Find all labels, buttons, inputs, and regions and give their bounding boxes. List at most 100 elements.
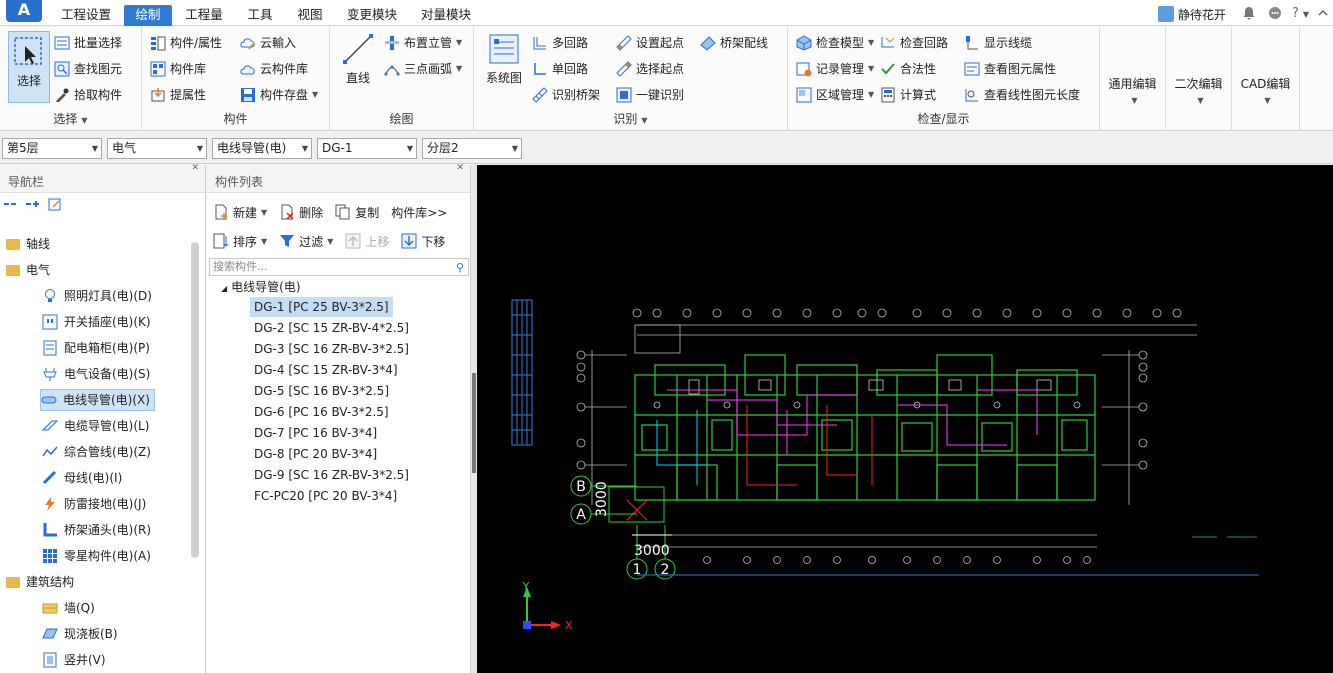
show-cable-button[interactable]: 显示线缆 — [964, 33, 1032, 53]
line-button[interactable]: 直线 — [338, 33, 378, 95]
secondary-edit-button[interactable]: 二次编辑 ▼ — [1166, 75, 1231, 106]
copy-button[interactable]: 复制 — [335, 204, 379, 221]
tab-view[interactable]: 视图 — [288, 5, 332, 26]
app-logo[interactable]: A — [6, 0, 42, 22]
formula-button[interactable]: 计算式 — [880, 85, 936, 105]
expand-all-icon[interactable] — [26, 198, 40, 213]
choose-start-button[interactable]: 选择起点 — [616, 59, 684, 79]
component-item[interactable]: DG-5 [SC 16 BV-3*2.5] — [250, 381, 393, 401]
sort-button[interactable]: 排序 ▼ — [213, 233, 267, 250]
splitter-handle[interactable] — [472, 373, 476, 473]
bell-icon[interactable] — [1240, 6, 1258, 22]
component-item[interactable]: DG-4 [SC 15 ZR-BV-3*4] — [250, 360, 402, 380]
group-secondary-edit[interactable]: 二次编辑 ▼ — [1166, 27, 1232, 131]
drawing-canvas[interactable]: B A 1 2 3000 3000 Y X — [477, 165, 1333, 673]
chat-icon[interactable] — [1266, 6, 1284, 22]
cloud-input-button[interactable]: 云輸入 — [240, 33, 296, 53]
edit-nav-icon[interactable] — [48, 197, 62, 214]
tree-root[interactable]: ◢ 电线导管(电) — [221, 278, 301, 296]
check-circuit-button[interactable]: 检查回路 — [880, 33, 948, 53]
cad-edit-button[interactable]: CAD编辑 ▼ — [1232, 75, 1299, 106]
component-item[interactable]: DG-7 [PC 16 BV-3*4] — [250, 423, 381, 443]
multi-circuit-button[interactable]: 多回路 — [532, 33, 588, 53]
find-element-button[interactable]: 查找图元 — [54, 59, 122, 79]
discipline-select[interactable]: 电气 ▼ — [107, 138, 207, 159]
tab-change-module[interactable]: 变更模块 — [340, 5, 404, 26]
extract-property-button[interactable]: 提属性 — [150, 85, 206, 105]
floor-plan-drawing[interactable]: B A 1 2 3000 3000 Y X — [477, 165, 1333, 673]
tray-wiring-button[interactable]: 桥架配线 — [700, 33, 768, 53]
nav-item-tray-fitting[interactable]: 桥架通头(电)(R) — [42, 519, 155, 541]
component-select[interactable]: DG-1 ▼ — [317, 138, 417, 159]
nav-scrollbar[interactable] — [191, 242, 199, 558]
view-element-property-button[interactable]: 查看图元属性 — [964, 59, 1056, 79]
nav-item-slab[interactable]: 现浇板(B) — [42, 623, 122, 645]
nav-item-wall[interactable]: 墙(Q) — [42, 597, 99, 619]
single-circuit-button[interactable]: 单回路 — [532, 59, 588, 79]
tab-project-settings[interactable]: 工程设置 — [52, 5, 120, 26]
nav-item-shaft[interactable]: 竖井(V) — [42, 649, 110, 671]
batch-select-button[interactable]: 批量选择 — [54, 33, 122, 53]
nav-item-busbar[interactable]: 母线(电)(I) — [42, 467, 126, 489]
component-item[interactable]: DG-6 [PC 16 BV-3*2.5] — [250, 402, 393, 422]
nav-item-equipment[interactable]: 电气设备(电)(S) — [42, 363, 154, 385]
filter-button[interactable]: 过滤 ▼ — [279, 233, 333, 250]
component-library-link[interactable]: 构件库>> — [391, 204, 447, 221]
nav-category-electric[interactable]: 电气 — [6, 259, 50, 281]
nav-item-cable-conduit[interactable]: 电缆导管(电)(L) — [41, 415, 153, 437]
component-item[interactable]: DG-9 [SC 16 ZR-BV-3*2.5] — [250, 465, 413, 485]
collapse-ribbon-icon[interactable] — [1317, 6, 1329, 22]
tab-draw[interactable]: 绘制 — [124, 5, 172, 26]
nav-item-lighting[interactable]: 照明灯具(电)(D) — [42, 285, 156, 307]
component-search-input[interactable]: 搜索构件... ⚲ — [209, 258, 469, 276]
validity-button[interactable]: 合法性 — [880, 59, 936, 79]
cloud-library-button[interactable]: 云构件库 — [240, 59, 308, 79]
record-management-button[interactable]: 记录管理 ▼ — [796, 59, 874, 79]
set-start-button[interactable]: 设置起点 — [616, 33, 684, 53]
check-model-button[interactable]: 检查模型 ▼ — [796, 33, 874, 53]
avatar[interactable] — [1157, 6, 1174, 22]
nav-item-distribution-box[interactable]: 配电箱柜(电)(P) — [42, 337, 154, 359]
group-label-identify[interactable]: 识别 ▼ — [474, 110, 787, 127]
nav-item-switch-socket[interactable]: 开关插座(电)(K) — [42, 311, 155, 333]
view-linear-length-button[interactable]: 查看线性图元长度 — [964, 85, 1080, 105]
identify-tray-button[interactable]: 识别桥架 — [532, 85, 600, 105]
nav-category-axis[interactable]: 轴线 — [6, 233, 50, 255]
nav-item-misc-component[interactable]: 零星构件(电)(A) — [42, 545, 155, 567]
general-edit-button[interactable]: 通用编辑 ▼ — [1100, 75, 1165, 106]
group-label-select[interactable]: 选择 ▼ — [0, 110, 141, 127]
one-click-identify-button[interactable]: 一键识别 — [616, 85, 684, 105]
component-item[interactable]: DG-3 [SC 16 ZR-BV-3*2.5] — [250, 339, 413, 359]
pick-component-button[interactable]: 拾取构件 — [54, 85, 122, 105]
user-name[interactable]: 静待花开 — [1178, 6, 1226, 23]
delete-button[interactable]: 删除 — [279, 204, 323, 221]
tab-quantity[interactable]: 工程量 — [178, 5, 230, 26]
help-icon[interactable]: ? ▼ — [1292, 6, 1309, 22]
nav-item-lightning-protection[interactable]: 防雷接地(电)(J) — [42, 493, 150, 515]
component-item[interactable]: DG-1 [PC 25 BV-3*2.5] — [250, 297, 393, 317]
chevron-down-icon[interactable]: ◢ — [221, 284, 227, 293]
move-up-button[interactable]: 上移 — [345, 233, 389, 250]
component-item[interactable]: FC-PC20 [PC 20 BV-3*4] — [250, 486, 401, 506]
component-property-button[interactable]: 构件/属性 — [150, 33, 222, 53]
collapse-all-icon[interactable] — [4, 198, 18, 213]
group-general-edit[interactable]: 通用编辑 ▼ — [1100, 27, 1166, 131]
layer-select[interactable]: 分层2 ▼ — [422, 138, 522, 159]
floor-select[interactable]: 第5层 ▼ — [2, 138, 102, 159]
search-icon[interactable]: ⚲ — [456, 260, 464, 276]
select-button[interactable]: 选择 — [8, 31, 50, 103]
move-down-button[interactable]: 下移 — [401, 233, 445, 250]
three-point-arc-button[interactable]: 三点画弧 ▼ — [384, 59, 462, 79]
component-type-select[interactable]: 电线导管(电) ▼ — [212, 138, 312, 159]
group-cad-edit[interactable]: CAD编辑 ▼ — [1232, 27, 1300, 131]
nav-item-combined-pipeline[interactable]: 综合管线(电)(Z) — [42, 441, 155, 463]
component-item[interactable]: DG-2 [SC 15 ZR-BV-4*2.5] — [250, 318, 413, 338]
nav-item-wire-conduit[interactable]: 电线导管(电)(X) — [40, 389, 155, 411]
nav-category-structure[interactable]: 建筑结构 — [6, 571, 74, 593]
component-item[interactable]: DG-8 [PC 20 BV-3*4] — [250, 444, 381, 464]
tab-tools[interactable]: 工具 — [238, 5, 282, 26]
place-riser-button[interactable]: 布置立管 ▼ — [384, 33, 462, 53]
tab-reconcile-module[interactable]: 对量模块 — [414, 5, 478, 26]
new-button[interactable]: 新建 ▼ — [213, 204, 267, 221]
component-save-button[interactable]: 构件存盘 ▼ — [240, 85, 318, 105]
